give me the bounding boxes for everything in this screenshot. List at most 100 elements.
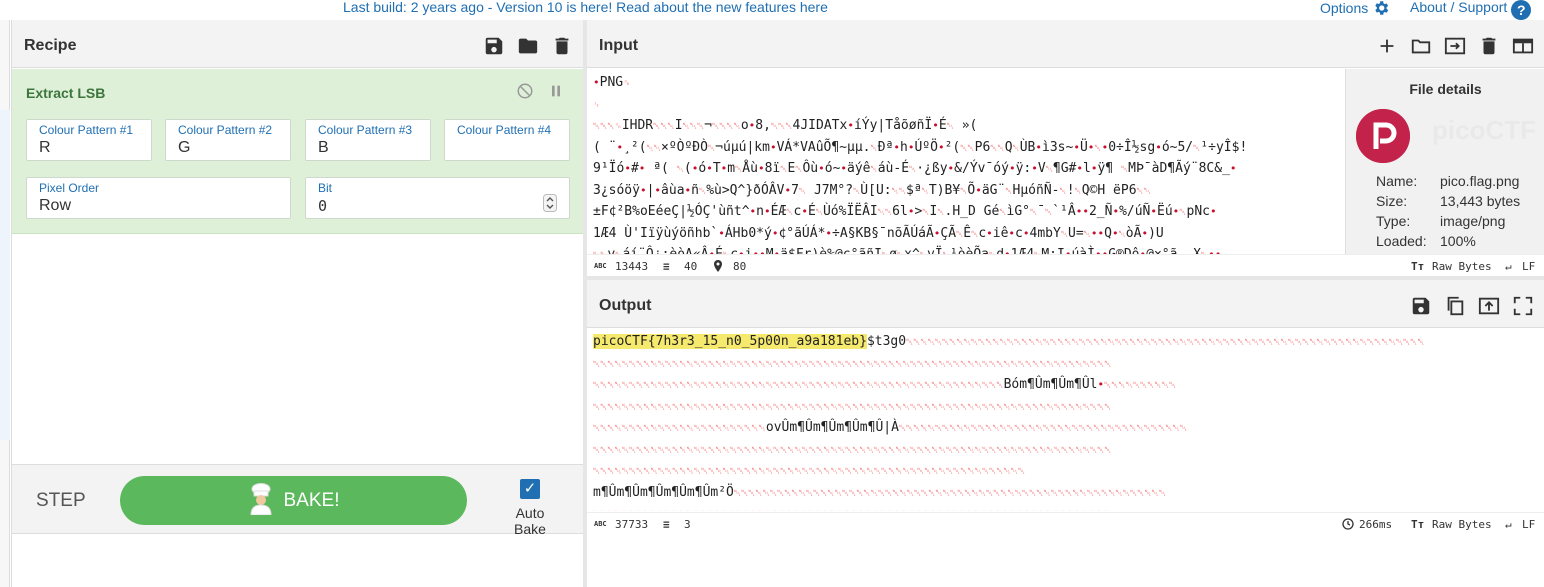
- input-length: 13443: [615, 260, 649, 273]
- operation-name: Extract LSB: [26, 85, 106, 101]
- trash-icon[interactable]: [551, 35, 573, 57]
- about-support-link[interactable]: About / Support?: [1410, 0, 1532, 20]
- input-status-bar: ABC 13443 ≡ 40 80 Tт Raw Bytes ↵ LF: [587, 254, 1544, 276]
- recipe-panel: Recipe Extract LSB Colour Pattern #1 R C…: [11, 20, 584, 587]
- output-line: ␀␀␀␀␀␀␀␀␀␀␀␀␀␀␀␀␀␀␀␀␀␀␀␀ovÛm¶Ûm¶Ûm¶Ûm¶Û|…: [593, 420, 1188, 435]
- file-size: 13,443 bytes: [1440, 193, 1521, 209]
- loaded-label: Loaded:: [1376, 233, 1427, 249]
- auto-bake-toggle[interactable]: ✓ Auto Bake: [498, 479, 562, 537]
- input-header: Input: [587, 20, 1544, 68]
- eol-icon: ↵: [1505, 518, 1512, 531]
- name-label: Name:: [1376, 173, 1418, 189]
- output-line: ␀␀␀␀␀␀␀␀␀␀␀␀␀␀␀␀␀␀␀␀␀␀␀␀␀␀␀␀␀␀␀␀␀␀␀␀␀␀␀␀…: [593, 467, 1026, 477]
- colour-pattern-4-field[interactable]: Colour Pattern #4: [444, 119, 570, 161]
- gear-icon[interactable]: [1372, 0, 1390, 17]
- output-fragment: Bóm¶Ûm¶Ûm¶Ûl•: [1003, 377, 1105, 392]
- folder-icon[interactable]: [517, 35, 539, 57]
- input-textarea[interactable]: •PNG␍ ␊ ␀␀␀␍IHDR␀␀␀I␀␀␀¬␀␀␀␀o•8,␀␀␀4JIDATx…: [587, 69, 1345, 254]
- output-fragment: m¶Ûm¶Ûm¶Ûm¶Ûm¶Ûm²Ö: [593, 484, 734, 500]
- input-line: 1Æ4 Ù'Iïÿùýöñhb`•ÁHb0*ý•¢°ãÚÁ*•÷A§KB§¯nõ…: [593, 225, 1164, 241]
- after-flag-text: $t3g0: [866, 334, 907, 349]
- field-value[interactable]: B: [318, 139, 329, 157]
- size-label: Size:: [1376, 193, 1408, 209]
- format-icon: Tт: [1411, 260, 1425, 273]
- open-file-icon[interactable]: [1444, 35, 1466, 57]
- flag-highlight: picoCTF{7h3r3_15_n0_5p00n_a9a181eb}: [593, 334, 867, 349]
- file-thumbnail: [1356, 109, 1410, 163]
- help-icon[interactable]: ?: [1511, 0, 1532, 20]
- colour-pattern-1-field[interactable]: Colour Pattern #1 R: [26, 119, 152, 161]
- type-label: Type:: [1376, 213, 1411, 229]
- bit-field[interactable]: Bit 0: [305, 177, 570, 219]
- stepper-icon[interactable]: [543, 194, 557, 217]
- bake-label[interactable]: BAKE!: [284, 490, 340, 511]
- output-panel: Output picoCTF{7h3r3_15_n0_5p00n_a9a181e…: [587, 280, 1544, 587]
- output-length: 37733: [615, 518, 649, 531]
- add-tab-icon[interactable]: [1376, 35, 1398, 57]
- pixel-order-field[interactable]: Pixel Order Row: [26, 177, 291, 219]
- file-details-table: Name: pico.flag.png Size: 13,443 bytes Typ…: [1376, 171, 1520, 251]
- input-title: Input: [599, 37, 639, 54]
- file-type: image/png: [1440, 213, 1506, 229]
- input-eol[interactable]: LF: [1522, 260, 1535, 273]
- format-icon: Tт: [1411, 518, 1425, 531]
- auto-bake-label: Auto Bake: [514, 505, 546, 537]
- output-line: picoCTF{7h3r3_15_n0_5p00n_a9a181eb}$t3g0…: [593, 334, 1425, 349]
- replace-input-icon[interactable]: [1478, 295, 1500, 317]
- checkbox-checked-icon[interactable]: ✓: [520, 479, 540, 499]
- disable-icon[interactable]: [516, 82, 534, 105]
- field-label: Colour Pattern #4: [457, 123, 552, 137]
- step-button[interactable]: STEP: [36, 490, 86, 512]
- bake-bar: STEP BAKE! ✓ Auto Bake: [12, 464, 584, 537]
- output-format[interactable]: Raw Bytes: [1432, 518, 1492, 531]
- save-output-icon[interactable]: [1410, 295, 1432, 317]
- copy-icon[interactable]: [1444, 295, 1466, 317]
- pause-icon[interactable]: [548, 82, 564, 105]
- input-line: •PNG␍: [593, 75, 631, 90]
- output-lines: 3: [684, 518, 691, 531]
- field-value[interactable]: R: [39, 139, 51, 157]
- output-line: ␀␀␀␀␀␀␀␀␀␀␀␀␀␀␀␀␀␀␀␀␀␀␀␀␀␀␀␀␀␀␀␀␀␀␀␀␀␀␀␀…: [593, 377, 1177, 392]
- output-eol[interactable]: LF: [1522, 518, 1535, 531]
- layout-icon[interactable]: [1512, 35, 1534, 57]
- field-value[interactable]: 0: [318, 197, 327, 215]
- input-line: ±F¢²B%oEéeÇ|½ÓÇ'ùñt^•n•ÉÆ␀c•É␀Ùó%ÏËÂI␀␀6…: [593, 204, 1217, 219]
- field-label: Bit: [318, 181, 333, 195]
- bake-button[interactable]: BAKE!: [120, 476, 467, 525]
- location-icon: [713, 260, 723, 275]
- open-folder-icon[interactable]: [1410, 35, 1432, 57]
- colour-pattern-3-field[interactable]: Colour Pattern #3 B: [305, 119, 431, 161]
- input-line: 9¹Ïó•#• ª( ␀(•ó•T•m␀Åù•8ï␀E␀Ôù•ó~•äýê␀áù…: [593, 161, 1237, 176]
- operations-highlight: [0, 110, 10, 440]
- input-format[interactable]: Raw Bytes: [1432, 260, 1492, 273]
- maximise-icon[interactable]: [1512, 295, 1534, 317]
- output-line: ␀␀␀␀␀␀␀␀␀␀␀␀␀␀␀␀␀␀␀␀␀␀␀␀␀␀␀␀␀␀␀␀␀␀␀␀␀␀␀␀…: [593, 504, 1538, 511]
- operation-extract-lsb: Extract LSB Colour Pattern #1 R Colour P…: [12, 69, 584, 234]
- about-label[interactable]: About / Support: [1410, 0, 1507, 15]
- input-line: ␊: [593, 100, 601, 111]
- field-label: Colour Pattern #3: [318, 123, 413, 137]
- clear-input-icon[interactable]: [1478, 35, 1500, 57]
- options-label[interactable]: Options: [1320, 0, 1368, 16]
- file-name: pico.flag.png: [1440, 173, 1520, 189]
- input-line: 3¿sóöÿ•|•âùa•ñ␀%ù>Q^}ðÓÂV•7␀ J7M°?␀Ù[U:␀…: [593, 182, 1151, 198]
- output-line: ␀␀␀␀␀␀␀␀␀␀␀␀␀␀␀␀␀␀␀␀␀␀␀␀␀␀␀␀␀␀␀␀␀␀␀␀␀␀␀␀…: [593, 445, 1112, 456]
- field-label: Colour Pattern #2: [178, 123, 273, 137]
- recipe-header: Recipe: [12, 20, 583, 68]
- options-link[interactable]: Options: [1320, 0, 1390, 17]
- output-textarea[interactable]: picoCTF{7h3r3_15_n0_5p00n_a9a181eb}$t3g0…: [587, 329, 1544, 511]
- output-fragment: ovÛm¶Ûm¶Ûm¶Ûm¶Û|À: [765, 420, 899, 435]
- lines-icon: ≡: [663, 260, 670, 273]
- banner-message-link[interactable]: Last build: 2 years ago - Version 10 is …: [343, 0, 828, 15]
- file-details-title: File details: [1409, 81, 1482, 97]
- output-status-bar: ABC 37733 ≡ 3 266ms Tт Raw Bytes ↵ LF: [587, 512, 1544, 534]
- field-value[interactable]: Row: [39, 197, 71, 215]
- bake-time: 266ms: [1359, 518, 1393, 531]
- lines-icon: ≡: [663, 518, 670, 531]
- input-line: ( ¨•¸²(␀␀×ºÒºÐÒ␀¬úµú|km•VÁ*VAûÕ¶~µµ.␀Ðª•…: [593, 139, 1248, 155]
- colour-pattern-2-field[interactable]: Colour Pattern #2 G: [165, 119, 291, 161]
- save-icon[interactable]: [483, 35, 505, 57]
- field-value[interactable]: G: [178, 139, 190, 157]
- field-label: Pixel Order: [39, 181, 100, 195]
- output-header: Output: [587, 280, 1544, 328]
